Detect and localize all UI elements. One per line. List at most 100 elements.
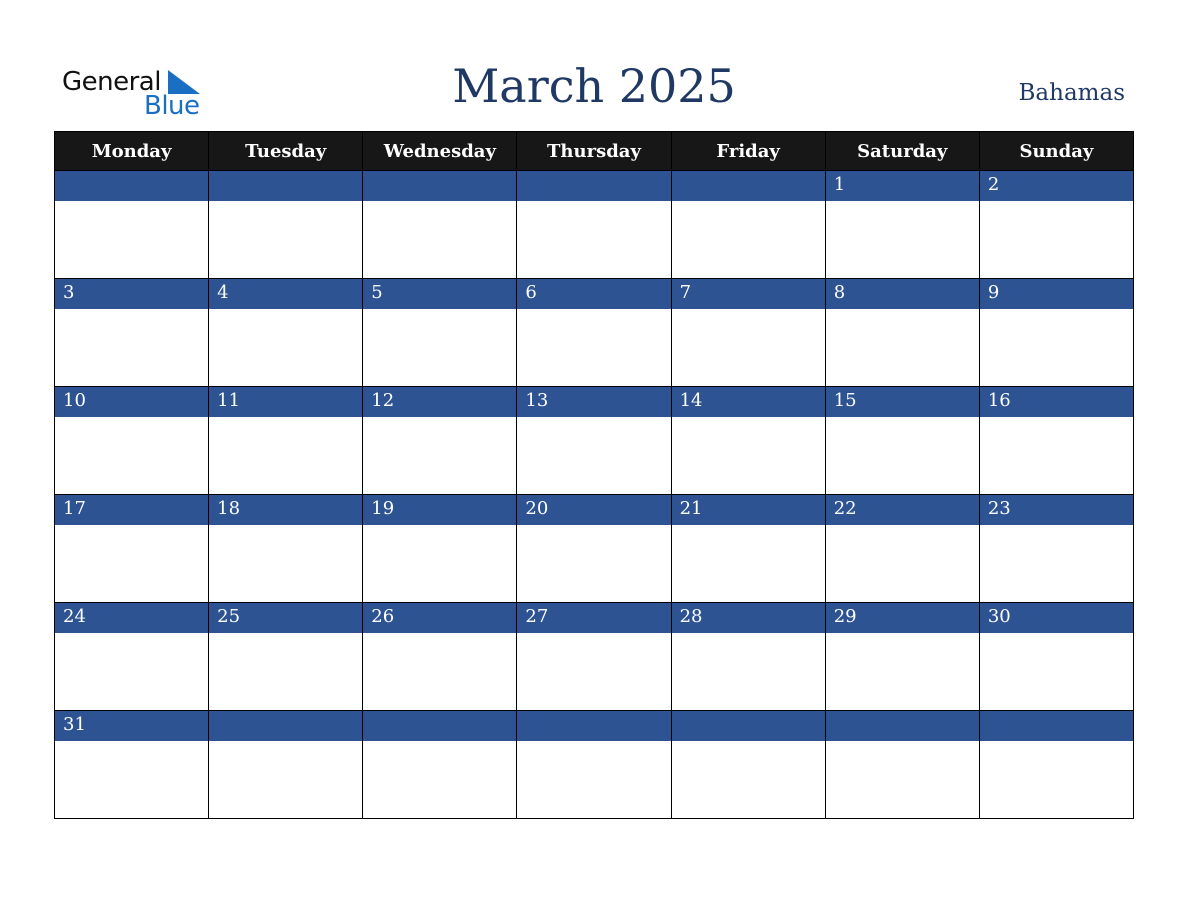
day-cell[interactable]: 5 xyxy=(362,278,518,387)
weekday-header-row: Monday Tuesday Wednesday Thursday Friday… xyxy=(53,131,1135,171)
day-cell[interactable]: 27 xyxy=(516,602,672,711)
weekday-friday: Friday xyxy=(670,131,826,171)
day-cell[interactable] xyxy=(978,710,1135,819)
day-notes-area[interactable] xyxy=(209,741,363,818)
day-cell[interactable]: 14 xyxy=(670,386,826,495)
day-cell[interactable]: 2 xyxy=(978,170,1135,279)
day-cell[interactable]: 8 xyxy=(824,278,980,387)
day-cell[interactable]: 10 xyxy=(53,386,210,495)
day-notes-area[interactable] xyxy=(671,633,825,710)
day-notes-area[interactable] xyxy=(363,309,517,386)
day-notes-area[interactable] xyxy=(517,633,671,710)
day-cell[interactable]: 3 xyxy=(53,278,210,387)
day-notes-area[interactable] xyxy=(517,201,671,278)
day-number: 13 xyxy=(517,387,671,417)
day-cell[interactable]: 22 xyxy=(824,494,980,603)
day-notes-area[interactable] xyxy=(825,741,979,818)
day-number xyxy=(671,171,825,201)
day-notes-area[interactable] xyxy=(671,741,825,818)
day-notes-area[interactable] xyxy=(209,201,363,278)
day-notes-area[interactable] xyxy=(979,201,1133,278)
day-cell[interactable]: 26 xyxy=(362,602,518,711)
day-number xyxy=(209,711,363,741)
day-cell[interactable]: 12 xyxy=(362,386,518,495)
day-cell[interactable]: 18 xyxy=(208,494,364,603)
day-cell[interactable] xyxy=(53,170,210,279)
day-number: 8 xyxy=(825,279,979,309)
day-cell[interactable] xyxy=(516,710,672,819)
day-cell[interactable]: 11 xyxy=(208,386,364,495)
day-cell[interactable]: 20 xyxy=(516,494,672,603)
day-notes-area[interactable] xyxy=(825,633,979,710)
day-cell[interactable]: 7 xyxy=(670,278,826,387)
day-notes-area[interactable] xyxy=(671,201,825,278)
day-cell[interactable]: 29 xyxy=(824,602,980,711)
day-notes-area[interactable] xyxy=(979,417,1133,494)
country-label: Bahamas xyxy=(1018,80,1125,106)
weekday-wednesday: Wednesday xyxy=(362,131,518,171)
day-notes-area[interactable] xyxy=(363,525,517,602)
day-notes-area[interactable] xyxy=(979,741,1133,818)
day-cell[interactable]: 28 xyxy=(670,602,826,711)
day-cell[interactable]: 13 xyxy=(516,386,672,495)
day-cell[interactable]: 9 xyxy=(978,278,1135,387)
day-cell[interactable] xyxy=(670,170,826,279)
day-cell[interactable] xyxy=(208,710,364,819)
day-notes-area[interactable] xyxy=(979,309,1133,386)
day-cell[interactable]: 24 xyxy=(53,602,210,711)
day-cell[interactable]: 17 xyxy=(53,494,210,603)
day-notes-area[interactable] xyxy=(517,309,671,386)
day-notes-area[interactable] xyxy=(209,525,363,602)
weekday-saturday: Saturday xyxy=(824,131,980,171)
day-number xyxy=(363,711,517,741)
day-cell[interactable]: 30 xyxy=(978,602,1135,711)
day-notes-area[interactable] xyxy=(671,417,825,494)
day-notes-area[interactable] xyxy=(825,417,979,494)
day-notes-area[interactable] xyxy=(979,633,1133,710)
day-number: 20 xyxy=(517,495,671,525)
day-cell[interactable]: 4 xyxy=(208,278,364,387)
day-notes-area[interactable] xyxy=(979,525,1133,602)
day-notes-area[interactable] xyxy=(671,309,825,386)
day-notes-area[interactable] xyxy=(55,741,209,818)
day-notes-area[interactable] xyxy=(825,309,979,386)
day-cell[interactable] xyxy=(362,170,518,279)
day-notes-area[interactable] xyxy=(671,525,825,602)
day-number: 5 xyxy=(363,279,517,309)
day-notes-area[interactable] xyxy=(209,417,363,494)
day-notes-area[interactable] xyxy=(55,201,209,278)
weekday-thursday: Thursday xyxy=(516,131,672,171)
day-notes-area[interactable] xyxy=(517,741,671,818)
day-notes-area[interactable] xyxy=(517,525,671,602)
day-notes-area[interactable] xyxy=(517,417,671,494)
day-notes-area[interactable] xyxy=(825,525,979,602)
day-notes-area[interactable] xyxy=(55,417,209,494)
day-cell[interactable] xyxy=(208,170,364,279)
day-cell[interactable]: 1 xyxy=(824,170,980,279)
day-notes-area[interactable] xyxy=(825,201,979,278)
day-notes-area[interactable] xyxy=(55,525,209,602)
day-cell[interactable] xyxy=(824,710,980,819)
day-notes-area[interactable] xyxy=(363,633,517,710)
day-notes-area[interactable] xyxy=(55,633,209,710)
day-cell[interactable]: 16 xyxy=(978,386,1135,495)
day-cell[interactable]: 25 xyxy=(208,602,364,711)
day-cell[interactable]: 19 xyxy=(362,494,518,603)
day-cell[interactable]: 31 xyxy=(53,710,210,819)
day-cell[interactable] xyxy=(516,170,672,279)
week-row: 24 25 26 27 28 29 30 xyxy=(53,602,1135,711)
day-notes-area[interactable] xyxy=(363,201,517,278)
day-notes-area[interactable] xyxy=(209,309,363,386)
day-cell[interactable]: 21 xyxy=(670,494,826,603)
week-row: 10 11 12 13 14 15 16 xyxy=(53,386,1135,495)
day-notes-area[interactable] xyxy=(363,417,517,494)
day-notes-area[interactable] xyxy=(363,741,517,818)
day-cell[interactable]: 6 xyxy=(516,278,672,387)
day-cell[interactable]: 23 xyxy=(978,494,1135,603)
day-notes-area[interactable] xyxy=(209,633,363,710)
day-cell[interactable]: 15 xyxy=(824,386,980,495)
day-number: 27 xyxy=(517,603,671,633)
day-cell[interactable] xyxy=(670,710,826,819)
day-cell[interactable] xyxy=(362,710,518,819)
day-notes-area[interactable] xyxy=(55,309,209,386)
